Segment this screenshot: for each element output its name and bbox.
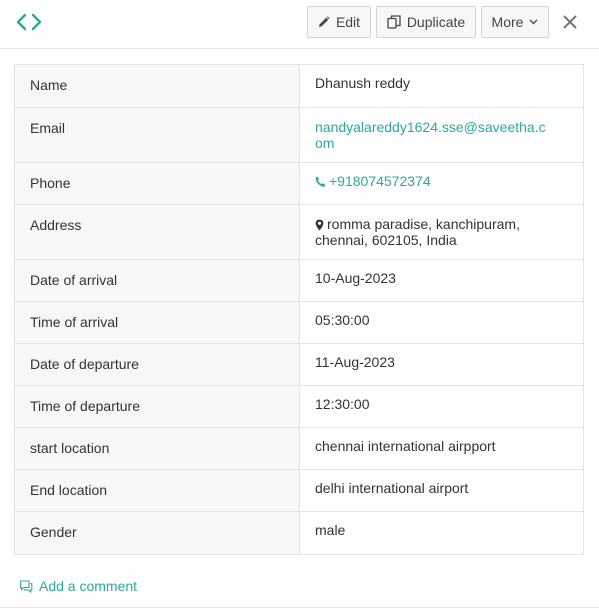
address-value-container: romma paradise, kanchipuram, chennai, 60… bbox=[300, 205, 583, 259]
add-comment-label: Add a comment bbox=[39, 578, 138, 594]
field-label: Date of arrival bbox=[15, 260, 300, 301]
field-value-end-location: delhi international airport bbox=[315, 480, 469, 496]
duplicate-icon bbox=[387, 15, 401, 29]
edit-button[interactable]: Edit bbox=[307, 6, 371, 38]
detail-row-name: Name Dhanush reddy bbox=[15, 65, 583, 108]
detail-row-address: Address romma paradise, kanchipuram, che… bbox=[15, 205, 583, 260]
field-value-time-of-departure: 12:30:00 bbox=[315, 396, 370, 412]
address-value: romma paradise, kanchipuram, chennai, 60… bbox=[315, 216, 520, 248]
phone-link[interactable]: +918074572374 bbox=[300, 163, 583, 204]
map-marker-icon bbox=[315, 219, 324, 231]
detail-row-date-of-arrival: Date of arrival 10-Aug-2023 bbox=[15, 260, 583, 302]
field-label: start location bbox=[15, 428, 300, 469]
more-dropdown-button[interactable]: More bbox=[481, 6, 549, 38]
detail-row-phone: Phone +918074572374 bbox=[15, 163, 583, 205]
field-value-start-location: chennai international airpport bbox=[315, 438, 496, 454]
field-label: End location bbox=[15, 470, 300, 511]
chevron-down-icon bbox=[529, 19, 538, 25]
field-label: Date of departure bbox=[15, 344, 300, 385]
add-comment-link[interactable]: Add a comment bbox=[19, 578, 137, 594]
field-label: Time of departure bbox=[15, 386, 300, 427]
email-link[interactable]: nandyalareddy1624.sse@saveetha.com bbox=[300, 108, 583, 162]
pencil-icon bbox=[318, 16, 330, 27]
record-details-table: Name Dhanush reddy Email nandyalareddy16… bbox=[14, 64, 584, 555]
duplicate-button-label: Duplicate bbox=[406, 14, 466, 30]
email-value: nandyalareddy1624.sse@saveetha.com bbox=[315, 119, 546, 151]
more-button-label: More bbox=[491, 14, 524, 30]
phone-value: +918074572374 bbox=[329, 173, 431, 189]
field-label: Time of arrival bbox=[15, 302, 300, 343]
field-value-name: Dhanush reddy bbox=[315, 75, 410, 91]
detail-row-time-of-departure: Time of departure 12:30:00 bbox=[15, 386, 583, 428]
detail-row-email: Email nandyalareddy1624.sse@saveetha.com bbox=[15, 108, 583, 163]
field-value-date-of-arrival: 10-Aug-2023 bbox=[315, 270, 396, 286]
field-label: Name bbox=[15, 65, 300, 107]
field-value-time-of-arrival: 05:30:00 bbox=[315, 312, 370, 328]
field-value-gender: male bbox=[315, 522, 346, 538]
detail-row-gender: Gender male bbox=[15, 512, 583, 554]
field-label: Address bbox=[15, 205, 300, 259]
field-label: Email bbox=[15, 108, 300, 162]
comment-icon bbox=[19, 579, 33, 593]
divider bbox=[0, 607, 599, 608]
record-toolbar: Edit Duplicate More bbox=[0, 0, 599, 49]
detail-row-end-location: End location delhi international airport bbox=[15, 470, 583, 512]
phone-icon bbox=[315, 176, 326, 187]
code-brackets-icon bbox=[16, 13, 42, 31]
field-value-date-of-departure: 11-Aug-2023 bbox=[315, 354, 395, 370]
duplicate-button[interactable]: Duplicate bbox=[376, 6, 476, 38]
field-label: Phone bbox=[15, 163, 300, 204]
close-icon[interactable] bbox=[561, 13, 579, 31]
edit-button-label: Edit bbox=[335, 14, 361, 30]
detail-row-time-of-arrival: Time of arrival 05:30:00 bbox=[15, 302, 583, 344]
field-label: Gender bbox=[15, 512, 300, 554]
detail-row-date-of-departure: Date of departure 11-Aug-2023 bbox=[15, 344, 583, 386]
detail-row-start-location: start location chennai international air… bbox=[15, 428, 583, 470]
